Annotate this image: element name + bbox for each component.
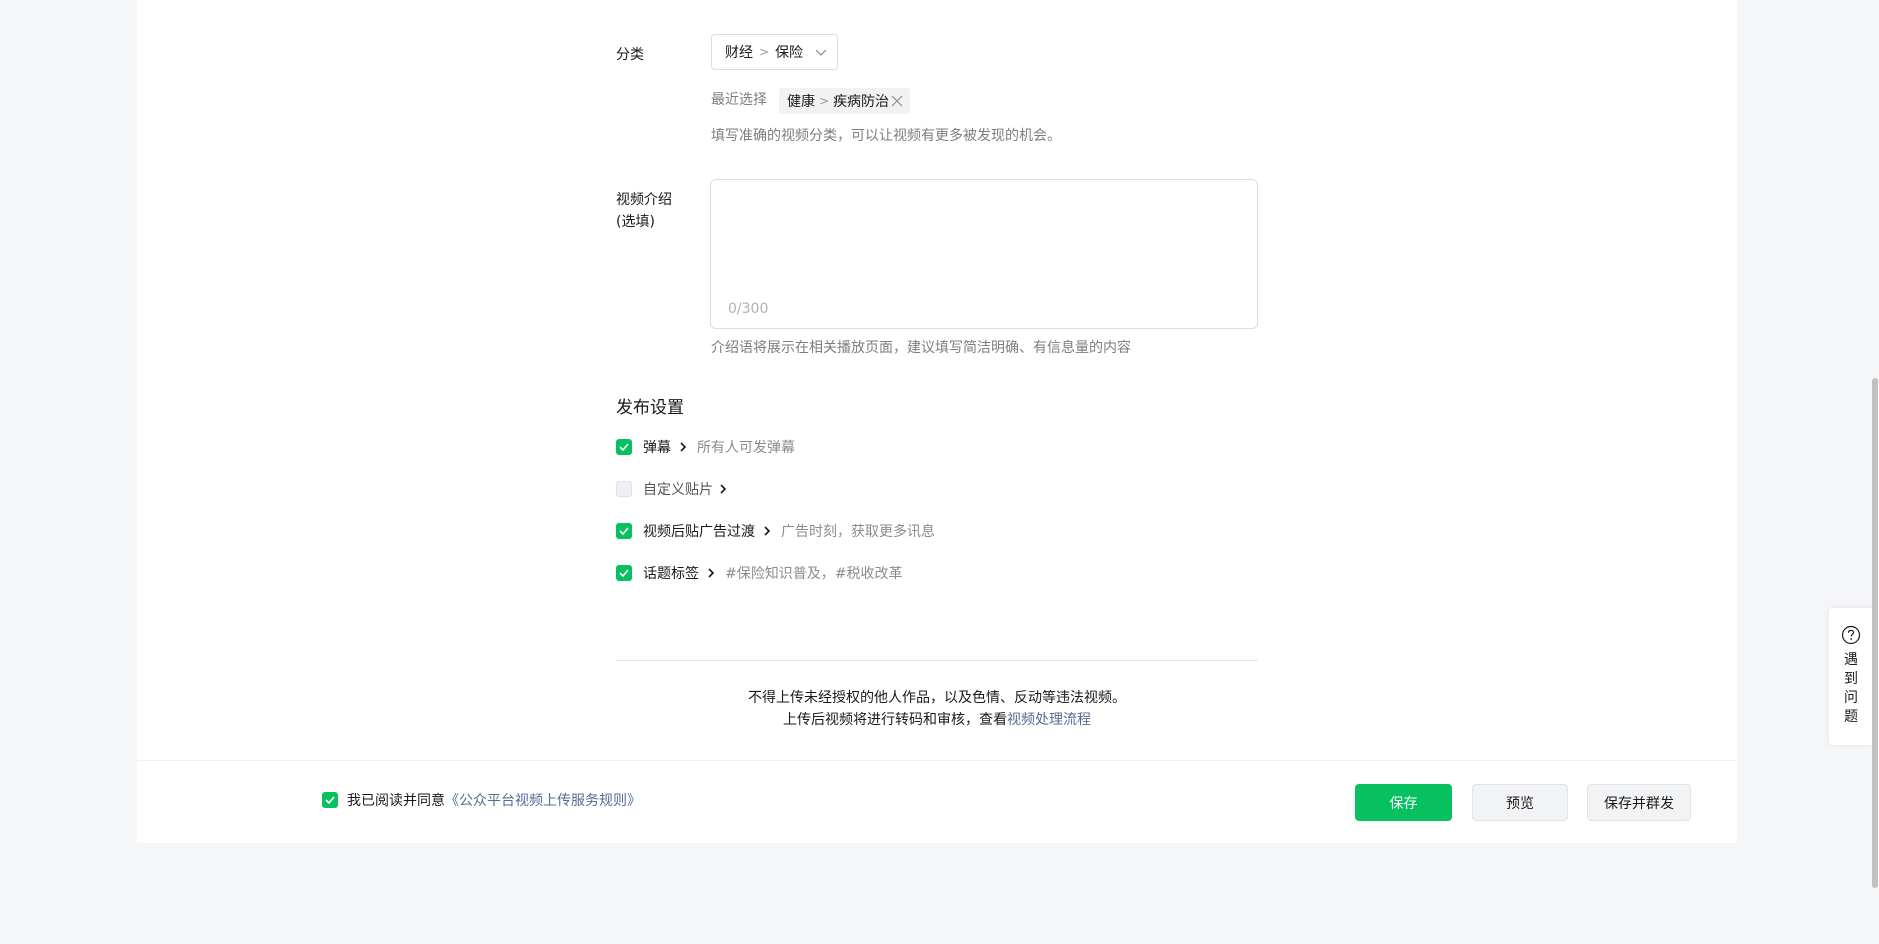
danmaku-checkbox[interactable] [616,439,632,455]
chevron-right-icon[interactable] [763,525,771,537]
video-process-link[interactable]: 视频处理流程 [1007,712,1091,728]
check-icon [619,569,629,578]
recent-category-tag[interactable]: 健康 > 疾病防治 [779,88,910,114]
recent-parent: 健康 [787,94,815,110]
chevron-right-icon[interactable] [707,567,715,579]
notice-line2-text: 上传后视频将进行转码和审核，查看 [783,712,1007,728]
agreement-text: 我已阅读并同意 [347,793,445,809]
agreement[interactable]: 我已阅读并同意 《公众平台视频上传服务规则》 [322,790,641,810]
topic-tags-desc: #保险知识普及，#税收改革 [725,566,903,582]
category-child: 保险 [775,45,804,61]
category-select[interactable]: 财经 > 保险 [711,34,838,70]
preview-button[interactable]: 预览 [1472,784,1568,821]
category-separator: > [759,45,770,59]
check-icon [325,796,335,805]
post-ad-checkbox[interactable] [616,523,632,539]
chevron-right-icon[interactable] [719,483,727,495]
danmaku-name: 弹幕 [643,440,671,456]
upload-notice-line1: 不得上传未经授权的他人作品，以及色情、反动等违法视频。 [748,690,1126,706]
help-text: 遇到问题 [1844,652,1858,725]
category-label: 分类 [616,47,644,63]
chevron-right-icon[interactable] [679,441,687,453]
service-rules-link[interactable]: 《公众平台视频上传服务规则》 [445,790,641,810]
category-hint: 填写准确的视频分类，可以让视频有更多被发现的机会。 [711,128,1061,144]
chevron-down-icon [815,49,827,56]
intro-textarea[interactable]: 0/300 [710,179,1258,329]
custom-sticker-checkbox[interactable] [616,481,632,497]
save-button[interactable]: 保存 [1355,784,1452,821]
section-divider [616,660,1258,661]
option-danmaku[interactable]: 弹幕 所有人可发弹幕 [616,436,795,458]
publish-settings-title: 发布设置 [616,398,684,418]
upload-notice-line2: 上传后视频将进行转码和审核，查看视频处理流程 [616,709,1258,729]
intro-label-line2: (选填) [616,214,655,230]
question-circle-icon [1841,625,1861,645]
close-icon[interactable] [890,94,904,108]
option-topic-tags[interactable]: 话题标签 #保险知识普及，#税收改革 [616,562,902,584]
intro-hint: 介绍语将展示在相关播放页面，建议填写简洁明确、有信息量的内容 [711,340,1131,356]
topic-tags-name: 话题标签 [643,566,699,582]
category-parent: 财经 [725,45,753,61]
post-ad-name: 视频后贴广告过渡 [643,524,755,540]
recent-separator: > [819,94,830,108]
topic-tags-checkbox[interactable] [616,565,632,581]
footer-divider [137,760,1737,761]
recent-label: 最近选择 [711,92,767,108]
agreement-checkbox[interactable] [322,792,338,808]
danmaku-desc: 所有人可发弹幕 [697,440,795,456]
help-floating-button[interactable]: 遇到问题 [1829,608,1873,745]
intro-label-line1: 视频介绍 [616,192,672,208]
intro-char-counter: 0/300 [728,301,769,317]
check-icon [619,443,629,452]
check-icon [619,527,629,536]
save-and-send-button[interactable]: 保存并群发 [1587,784,1691,821]
option-post-ad[interactable]: 视频后贴广告过渡 广告时刻，获取更多讯息 [616,520,935,542]
custom-sticker-name: 自定义贴片 [643,482,713,498]
post-ad-desc: 广告时刻，获取更多讯息 [781,524,935,540]
page-scrollbar[interactable] [1872,378,1878,888]
recent-child: 疾病防治 [833,94,890,110]
option-custom-sticker[interactable]: 自定义贴片 [616,478,737,500]
